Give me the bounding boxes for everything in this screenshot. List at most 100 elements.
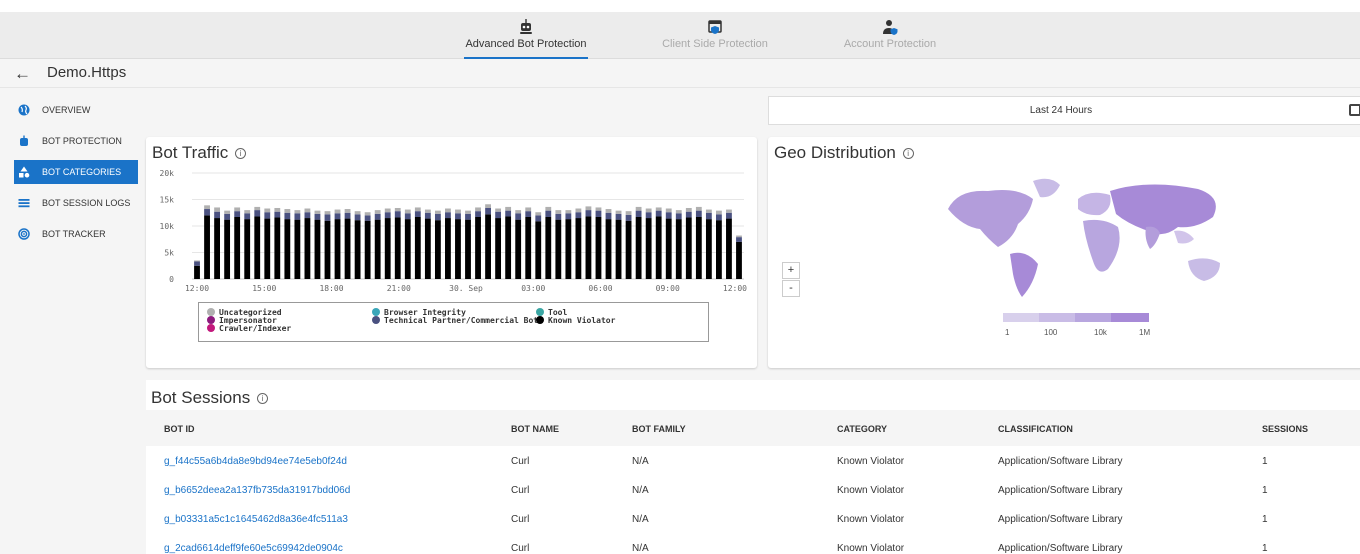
bar-segment	[354, 214, 361, 221]
legend-item-technical-partner[interactable]: Technical Partner/Commercial Bot	[372, 316, 538, 325]
world-map[interactable]	[938, 169, 1258, 299]
bar-segment	[214, 211, 221, 219]
bar-segment	[324, 214, 331, 221]
window-top-strip	[0, 0, 1360, 12]
bar-segment	[705, 209, 712, 213]
bar-segment	[495, 218, 502, 279]
bar-segment	[726, 218, 732, 279]
sidebar-item-bot-categories[interactable]: BOT CATEGORIES	[14, 160, 138, 184]
time-range-select[interactable]: Last 24 Hours	[768, 96, 1360, 125]
legend-item-known-violator[interactable]: Known Violator	[536, 316, 615, 325]
tab-advanced-bot-protection[interactable]: Advanced Bot Protection	[464, 12, 588, 59]
sidebar-item-bot-tracker[interactable]: BOT TRACKER	[0, 222, 138, 246]
table-row[interactable]: g_2cad6614deff9fe60e5c69942de0904c Curl …	[146, 534, 1360, 554]
bar-segment	[374, 213, 381, 220]
tab-label: Advanced Bot Protection	[465, 38, 587, 50]
y-tick-label: 5k	[164, 249, 174, 258]
bar-segment	[675, 210, 682, 214]
column-header-sessions[interactable]: SESSIONS	[1262, 424, 1308, 434]
sidebar-item-bot-session-logs[interactable]: BOT SESSION LOGS	[0, 191, 138, 215]
scale-label-1: 1	[1005, 328, 1010, 337]
map-south-america	[1010, 252, 1038, 297]
back-arrow-icon[interactable]: ←	[14, 64, 31, 84]
info-icon[interactable]: i	[256, 393, 268, 405]
info-icon[interactable]: i	[902, 148, 914, 160]
x-tick-label: 15:00	[252, 284, 276, 293]
classification-cell: Application/Software Library	[998, 456, 1123, 467]
map-se-asia	[1174, 230, 1194, 244]
bar-segment	[264, 212, 271, 219]
bar-segment	[374, 219, 381, 279]
bot-id-link[interactable]: g_2cad6614deff9fe60e5c69942de0904c	[164, 543, 343, 554]
bar-segment	[715, 214, 722, 221]
column-header-classification[interactable]: CLASSIFICATION	[998, 424, 1073, 434]
table-row[interactable]: g_f44c55a6b4da8e9bd94ee74e5eb0f24d Curl …	[146, 447, 1360, 477]
calendar-icon[interactable]	[1349, 104, 1360, 116]
legend-item-crawler-indexer[interactable]: Crawler/Indexer	[207, 324, 291, 333]
column-header-category[interactable]: CATEGORY	[837, 424, 887, 434]
chart-legend: Uncategorized Impersonator Crawler/Index…	[198, 302, 709, 342]
page-title: Demo.Https	[47, 64, 127, 81]
bar-segment	[404, 213, 411, 220]
bar-segment	[635, 216, 642, 279]
legend-swatch	[536, 308, 544, 316]
bar-segment	[726, 212, 732, 219]
tab-account-protection[interactable]: Account Protection	[842, 12, 938, 59]
bar-segment	[224, 219, 231, 279]
bar-segment	[615, 213, 622, 220]
sessions-cell: 1	[1262, 485, 1268, 496]
column-header-bot-name[interactable]: BOT NAME	[511, 424, 559, 434]
bar-segment	[284, 219, 291, 279]
bar-segment	[726, 209, 732, 213]
bar-segment	[485, 204, 491, 208]
bar-segment	[736, 237, 742, 242]
bar-segment	[214, 218, 221, 279]
bar-segment	[194, 260, 200, 262]
bar-segment	[354, 220, 361, 279]
sidebar-item-overview[interactable]: OVERVIEW	[0, 98, 138, 122]
bar-segment	[635, 210, 642, 217]
bar-segment	[394, 207, 401, 212]
bot-id-link[interactable]: g_b03331a5c1c1645462d8a36e4fc511a3	[164, 514, 348, 525]
robot-icon	[520, 19, 532, 34]
table-row[interactable]: g_b6652deea2a137fb735da31917bdd06d Curl …	[146, 476, 1360, 506]
bar-segment	[625, 214, 632, 221]
product-nav-bar: Advanced Bot Protection Client Side Prot…	[0, 12, 1360, 59]
zoom-in-button[interactable]: +	[782, 262, 800, 279]
active-tab-indicator	[464, 57, 588, 59]
bar-segment	[314, 213, 321, 220]
column-header-bot-family[interactable]: BOT FAMILY	[632, 424, 686, 434]
bar-segment	[555, 210, 562, 214]
table-row[interactable]: g_b03331a5c1c1645462d8a36e4fc511a3 Curl …	[146, 505, 1360, 535]
card-title-text: Geo Distribution	[774, 143, 896, 162]
legend-swatch	[207, 324, 215, 332]
bar-segment	[244, 213, 251, 220]
bar-segment	[655, 210, 662, 217]
bar-segment	[525, 211, 532, 217]
bar-segment	[294, 219, 301, 279]
map-north-america	[948, 190, 1033, 247]
bar-segment	[274, 207, 281, 212]
bot-id-link[interactable]: g_f44c55a6b4da8e9bd94ee74e5eb0f24d	[164, 456, 347, 467]
tab-client-side-protection[interactable]: Client Side Protection	[660, 12, 770, 59]
bar-segment	[264, 218, 271, 279]
column-header-bot-id[interactable]: BOT ID	[164, 424, 195, 434]
classification-cell: Application/Software Library	[998, 485, 1123, 496]
bar-segment	[505, 210, 512, 217]
bar-segment	[455, 219, 461, 279]
bar-segment	[695, 216, 702, 279]
sidebar-item-bot-protection[interactable]: BOT PROTECTION	[0, 129, 138, 153]
bar-segment	[595, 216, 602, 279]
bar-segment	[615, 219, 622, 279]
info-icon[interactable]: i	[234, 148, 246, 160]
bar-segment	[394, 211, 401, 218]
zoom-out-button[interactable]: -	[782, 280, 800, 297]
bot-id-link[interactable]: g_b6652deea2a137fb735da31917bdd06d	[164, 485, 350, 496]
bar-segment	[565, 210, 572, 214]
bar-segment	[535, 221, 542, 279]
bar-segment	[384, 208, 391, 213]
breadcrumb: ← Demo.Https	[0, 60, 1360, 88]
bar-segment	[585, 216, 592, 279]
bot-family-cell: N/A	[632, 514, 649, 525]
map-greenland	[1033, 178, 1060, 198]
